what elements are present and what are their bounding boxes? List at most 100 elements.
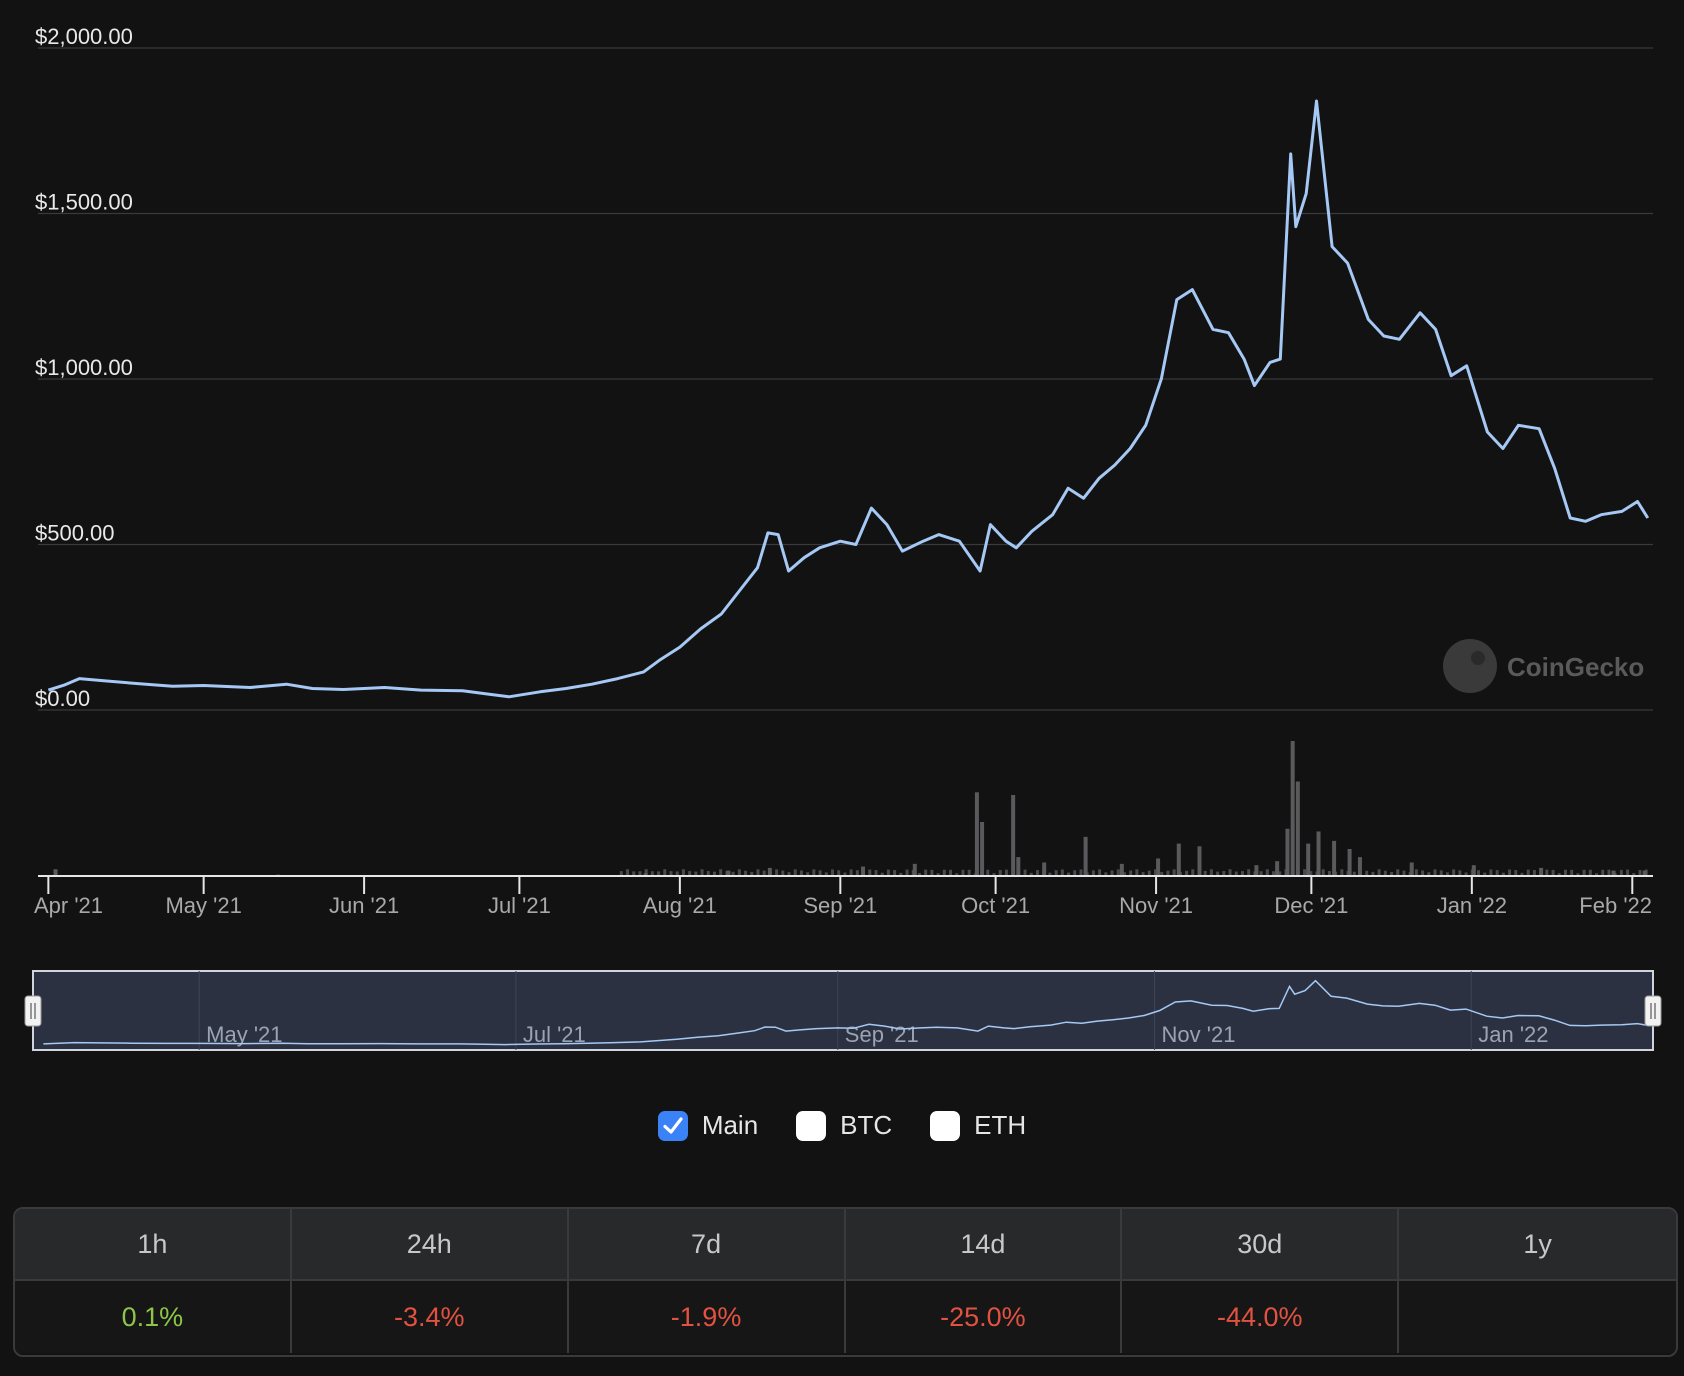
checkbox-unchecked-icon[interactable] (930, 1110, 961, 1141)
coingecko-eye-icon (1471, 651, 1485, 665)
period-change-value: -1.9% (568, 1281, 846, 1353)
y-tick-label: $1,500.00 (35, 190, 133, 215)
volume-bar (1303, 869, 1307, 876)
period-header: 1y (1399, 1209, 1676, 1281)
volume-bar (737, 869, 741, 876)
price-chart[interactable]: $2,000.00$1,500.00$1,000.00$500.00$0.00 … (0, 0, 1684, 1080)
gridlines (38, 47, 1653, 711)
volume-bar (53, 869, 58, 876)
x-tick-label: Jun '21 (329, 893, 399, 918)
period-change-value: -44.0% (1122, 1281, 1400, 1353)
x-tick-label: May '21 (165, 893, 241, 918)
volume-bar (719, 869, 723, 876)
y-tick-label: $1,000.00 (35, 355, 133, 380)
volume-bar (681, 869, 685, 876)
y-axis-labels: $2,000.00 $1,500.00 $1,000.00 $500.00 $0.00 (35, 24, 133, 711)
volume-bar (980, 822, 985, 876)
volume-bar (1228, 869, 1232, 876)
volume-bar (1209, 869, 1213, 876)
y-tick-label: $2,000.00 (35, 24, 133, 49)
navigator-handle-right[interactable] (1644, 995, 1662, 1027)
y-tick-label: $0.00 (35, 686, 90, 711)
volume-bar (1285, 828, 1290, 876)
volume-bar (767, 867, 772, 876)
legend-item-main[interactable]: Main (657, 1110, 759, 1141)
x-axis: Apr '21 May '21 Jun '21 Jul '21 Aug '21 Sep '… (34, 875, 1653, 918)
y-tick-label: $500.00 (35, 521, 115, 546)
volume-bar (1409, 862, 1414, 876)
navigator-label: Jan '22 (1478, 1022, 1548, 1047)
volume-bar (1042, 862, 1047, 876)
period-change-value (1399, 1281, 1676, 1353)
volume-bar (1172, 869, 1176, 876)
legend-item-eth[interactable]: ETH (930, 1110, 1026, 1141)
volume-bar (1016, 857, 1021, 876)
checkbox-unchecked-icon[interactable] (796, 1110, 827, 1141)
volume-bar (1083, 836, 1088, 876)
volume-bar (1539, 867, 1544, 876)
volume-bar (1176, 843, 1181, 876)
volume-bar (700, 869, 704, 876)
navigator-handle-left[interactable] (24, 995, 42, 1027)
volume-bar (1306, 843, 1311, 876)
volume-bar (626, 869, 630, 876)
volume-bar (912, 863, 917, 876)
navigator-handle-right-grip[interactable] (1644, 995, 1662, 1027)
volume-bar (974, 792, 979, 876)
volume-bar (1156, 858, 1161, 876)
volume-bar (1197, 846, 1202, 876)
legend-label: ETH (974, 1110, 1027, 1140)
x-tick-label: Aug '21 (643, 893, 717, 918)
period-change-value: -25.0% (845, 1281, 1123, 1353)
legend-label: BTC (840, 1110, 893, 1140)
volume-bar (1254, 865, 1259, 876)
performance-table: 1h 24h 7d 14d 30d 1y 0.1% -3.4% -1.9% -25.0% -44.0… (13, 1207, 1678, 1357)
volume-bar (861, 866, 866, 876)
period-header: 1h (15, 1209, 292, 1281)
x-tick-label: Sep '21 (803, 893, 877, 918)
volume-bar (1265, 869, 1269, 876)
navigator-handle-left-grip[interactable] (24, 995, 42, 1027)
legend: Main BTC ETH (0, 1110, 1684, 1141)
volume-bar (1275, 861, 1280, 876)
legend-item-btc[interactable]: BTC (796, 1110, 892, 1141)
volume-bar (1377, 869, 1381, 876)
volume-bar (756, 869, 760, 876)
x-tick-label: Nov '21 (1119, 893, 1193, 918)
volume-bar (1316, 831, 1321, 876)
x-tick-label: Jul '21 (488, 893, 551, 918)
volume-bar (1119, 863, 1124, 876)
period-change-value: 0.1% (15, 1281, 292, 1353)
x-tick-label: Feb '22 (1579, 893, 1652, 918)
period-header: 14d (845, 1209, 1123, 1281)
volume-bar (1191, 869, 1195, 876)
watermark: CoinGecko (1443, 639, 1644, 693)
volume-bar (1290, 741, 1295, 876)
period-change-value: -3.4% (291, 1281, 569, 1353)
period-header: 30d (1122, 1209, 1400, 1281)
coingecko-logo-icon (1443, 639, 1497, 693)
series-line-main[interactable] (47, 99, 1650, 699)
volume-bar (1471, 865, 1476, 876)
legend-label: Main (701, 1110, 759, 1140)
volume-bar (1295, 781, 1300, 876)
volume-bar (1340, 869, 1344, 876)
price-line-layer (47, 99, 1650, 699)
volume-bar (1247, 869, 1251, 876)
navigator-label: Nov '21 (1162, 1022, 1236, 1047)
volume-bar (1347, 849, 1352, 876)
x-tick-label: Dec '21 (1274, 893, 1348, 918)
period-header: 24h (291, 1209, 569, 1281)
x-tick-label: Oct '21 (961, 893, 1030, 918)
navigator[interactable]: May '21 Jul '21 Sep '21 Nov '21 Jan '22 (24, 970, 1662, 1051)
x-tick-label: Jan '22 (1437, 893, 1507, 918)
watermark-text: CoinGecko (1507, 652, 1644, 682)
volume-bars (48, 741, 1648, 876)
volume-bar (1332, 840, 1337, 876)
volume-bar (1011, 795, 1016, 876)
volume-bar (663, 869, 667, 876)
volume-bar (1357, 857, 1362, 876)
period-header: 7d (568, 1209, 846, 1281)
checkbox-checked-icon[interactable] (657, 1110, 688, 1141)
volume-bar (1321, 869, 1325, 876)
